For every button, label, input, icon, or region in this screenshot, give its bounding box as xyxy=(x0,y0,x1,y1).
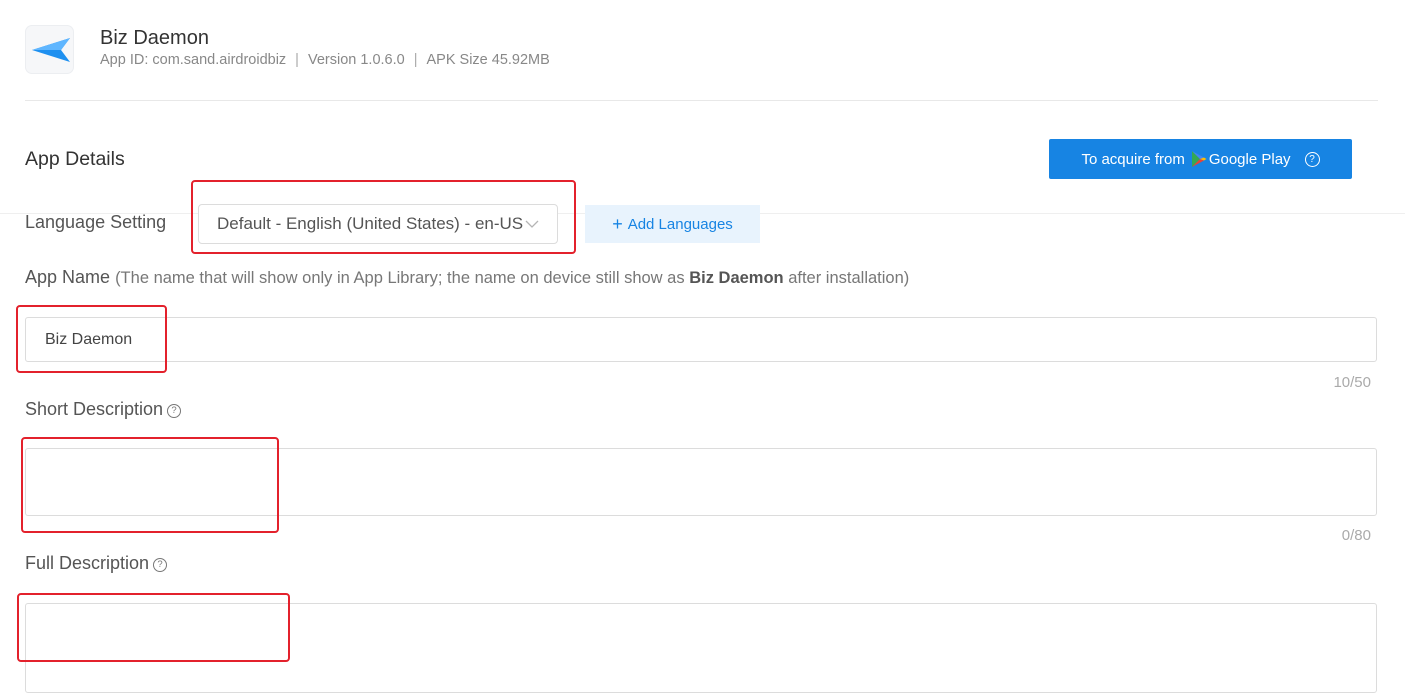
app-meta: App ID: com.sand.airdroidbiz | Version 1.0… xyxy=(100,52,550,68)
google-play-button[interactable]: To acquire from Google Play ? xyxy=(1049,139,1352,179)
app-id: App ID: com.sand.airdroidbiz xyxy=(100,52,287,68)
language-selected-value: Default - English (United States) - en-U… xyxy=(217,214,524,233)
full-description-input[interactable] xyxy=(25,603,1377,693)
chevron-down-icon xyxy=(525,220,539,228)
app-name-input[interactable] xyxy=(25,317,1377,362)
plus-icon: + xyxy=(612,213,623,234)
language-select[interactable]: Default - English (United States) - en-U… xyxy=(198,204,558,244)
app-name-note-bold: Biz Daemon xyxy=(689,269,784,287)
help-icon[interactable]: ? xyxy=(167,404,182,418)
section-title: App Details xyxy=(25,148,125,170)
short-description-label: Short Description? xyxy=(25,399,182,420)
apk-size: APK Size 45.92MB xyxy=(426,52,550,68)
help-icon[interactable]: ? xyxy=(1304,151,1320,167)
app-name-label: App Name (The name that will show only i… xyxy=(25,267,909,288)
airdroid-logo-icon xyxy=(32,38,70,62)
add-languages-button[interactable]: + Add Languages xyxy=(585,205,760,243)
app-name-note-suffix: after installation) xyxy=(783,269,910,287)
full-description-label-text: Full Description xyxy=(25,553,150,573)
help-icon[interactable]: ? xyxy=(153,558,168,572)
full-description-label: Full Description? xyxy=(25,553,168,574)
add-languages-label: Add Languages xyxy=(627,215,733,233)
google-play-icon xyxy=(1191,151,1207,167)
google-play-prefix: To acquire from xyxy=(1081,150,1185,168)
app-name-note-prefix: (The name that will show only in App Lib… xyxy=(115,269,690,287)
header-divider xyxy=(25,100,1378,101)
app-name-char-count: 10/50 xyxy=(1333,374,1371,391)
google-play-brand: Google Play xyxy=(1208,150,1291,168)
app-icon xyxy=(26,26,73,73)
short-description-char-count: 0/80 xyxy=(1341,527,1371,544)
language-setting-label: Language Setting xyxy=(25,212,167,232)
app-version: Version 1.0.6.0 xyxy=(307,52,405,68)
app-name-note: (The name that will show only in App Lib… xyxy=(115,269,909,287)
app-title: Biz Daemon xyxy=(100,27,209,49)
short-description-input[interactable] xyxy=(25,448,1377,516)
short-description-label-text: Short Description xyxy=(25,399,164,419)
app-name-label-text: App Name xyxy=(25,267,111,287)
